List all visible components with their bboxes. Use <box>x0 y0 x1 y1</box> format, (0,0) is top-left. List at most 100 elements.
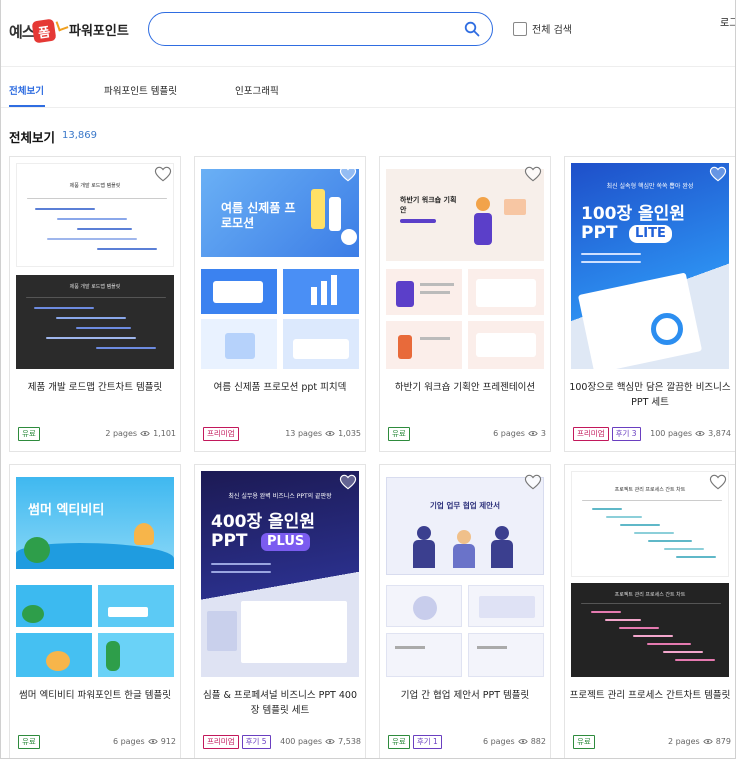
tab-all[interactable]: 전체보기 <box>9 83 44 97</box>
thumb-kicker: 최신 실속형 핵심만 쏙쏙 뽑아 완성 <box>606 183 694 190</box>
card-title[interactable]: 썸머 엑티비티 파워포인트 한글 템플릿 <box>14 688 176 703</box>
page-count: 6 pages <box>482 737 515 746</box>
card-badges: 프리미엄 <box>203 427 239 441</box>
card-thumbnail[interactable]: 최신 실무용 완벽 비즈니스 PPT의 끝판왕 400장 올인원 PPT PLU… <box>201 471 359 677</box>
thumb-title: 여름 신제품 프로모션 <box>221 201 296 230</box>
card-title[interactable]: 100장으로 핵심만 담은 깔끔한 비즈니스 PPT 세트 <box>569 380 731 410</box>
eye-icon <box>140 431 150 436</box>
search-box[interactable] <box>148 12 493 46</box>
page-count: 6 pages <box>112 737 145 746</box>
card-badges: 프리미엄 후기 5 <box>203 735 271 749</box>
heart-icon[interactable] <box>339 166 357 182</box>
card-badges: 유료 <box>388 427 410 441</box>
eye-icon <box>695 431 705 436</box>
eye-icon <box>148 739 158 744</box>
badge-paid: 유료 <box>18 427 40 441</box>
view-count: 3 <box>540 429 546 438</box>
template-card[interactable]: 제품 개발 로드맵 템플릿 제품 개발 로드맵 템플릿 제품 개발 로드맵 간트… <box>9 156 181 452</box>
view-count: 912 <box>160 737 176 746</box>
search-input[interactable] <box>163 19 453 39</box>
thumb-pill: LITE <box>629 225 672 243</box>
heart-icon[interactable] <box>154 166 172 182</box>
view-count: 882 <box>530 737 546 746</box>
card-title[interactable]: 제품 개발 로드맵 간트차트 템플릿 <box>14 380 176 395</box>
thumb-title: 프로젝트 관리 프로세스 간트 차트 <box>614 487 686 493</box>
template-card[interactable]: 프로젝트 관리 프로세스 간트 차트 프로젝트 관리 프로세스 간트 차트 프로… <box>564 464 735 758</box>
card-thumbnail[interactable]: 제품 개발 로드맵 템플릿 제품 개발 로드맵 템플릿 <box>16 163 174 369</box>
card-meta: 6 pages 882 <box>483 737 546 746</box>
page-count: 6 pages <box>493 429 525 438</box>
heart-icon[interactable] <box>709 166 727 182</box>
card-thumbnail[interactable]: 최신 실속형 핵심만 쏙쏙 뽑아 완성 100장 올인원 PPT LITE <box>571 163 729 369</box>
page-frame: 예스 폼 파워포인트 전체 검색 로그인 전체보기 파워포인트 템플릿 인포그래… <box>0 0 736 759</box>
logo-pen-icon <box>55 18 69 32</box>
badge-premium: 프리미엄 <box>573 427 609 441</box>
card-badges: 유료 후기 1 <box>388 735 442 749</box>
category-tabs: 전체보기 파워포인트 템플릿 인포그래픽 <box>1 66 735 108</box>
thumb-main: 100장 올인원 <box>581 204 685 224</box>
thumb-pill: PLUS <box>261 533 311 551</box>
card-title[interactable]: 기업 간 협업 제안서 PPT 템플릿 <box>384 688 546 703</box>
card-thumbnail[interactable]: 프로젝트 관리 프로세스 간트 차트 프로젝트 관리 프로세스 간트 차트 <box>571 471 729 677</box>
card-meta: 13 pages 1,035 <box>285 429 361 438</box>
thumb-title: 프로젝트 관리 프로세스 간트 차트 <box>614 592 686 598</box>
eye-icon <box>528 431 538 436</box>
login-link[interactable]: 로그인 <box>720 14 735 29</box>
section-count: 13,869 <box>62 130 97 141</box>
template-card[interactable]: 여름 신제품 프로모션 여름 신제품 프로모션 ppt 피치덱 프리미엄 13 … <box>194 156 366 452</box>
eye-icon <box>518 739 528 744</box>
card-thumbnail[interactable]: 기업 업무 협업 제안서 <box>386 471 544 677</box>
card-title[interactable]: 심플 & 프로페셔널 비즈니스 PPT 400장 템플릿 세트 <box>199 688 361 718</box>
page-count: 100 pages <box>650 429 693 438</box>
tab-ppt-template[interactable]: 파워포인트 템플릿 <box>104 83 177 97</box>
logo-badge: 폼 <box>31 18 57 44</box>
page-count: 2 pages <box>667 737 700 746</box>
site-logo[interactable]: 예스 폼 <box>9 18 69 44</box>
thumb-title: 제품 개발 로드맵 템플릿 <box>69 284 121 290</box>
template-card[interactable]: 하반기 워크숍 기획안 하반기 워크숍 기획안 프레젠테이션 유료 6 page… <box>379 156 551 452</box>
brand-title[interactable]: 파워포인트 <box>69 20 129 39</box>
tab-infographic[interactable]: 인포그래픽 <box>235 83 279 97</box>
card-meta: 400 pages 7,538 <box>280 737 361 746</box>
card-thumbnail[interactable]: 여름 신제품 프로모션 <box>201 163 359 369</box>
thumb-title: 하반기 워크숍 기획안 <box>400 196 457 214</box>
page-count: 13 pages <box>285 429 323 438</box>
badge-paid: 유료 <box>388 735 410 749</box>
eye-icon <box>325 431 335 436</box>
card-meta: 6 pages 912 <box>113 737 176 746</box>
badge-review: 후기 1 <box>412 735 442 749</box>
search-icon[interactable] <box>464 21 480 37</box>
badge-premium: 프리미엄 <box>203 735 239 749</box>
eye-icon <box>325 739 335 744</box>
heart-icon[interactable] <box>339 474 357 490</box>
card-title[interactable]: 프로젝트 관리 프로세스 간트차트 템플릿 <box>569 688 731 703</box>
heart-icon[interactable] <box>709 474 727 490</box>
thumb-kicker: 최신 실무용 완벽 비즈니스 PPT의 끝판왕 <box>228 493 332 500</box>
thumb-title: 기업 업무 협업 제안서 <box>430 501 500 510</box>
badge-review: 후기 5 <box>241 735 271 749</box>
logo-text: 예스 <box>9 22 36 41</box>
card-badges: 유료 <box>18 427 40 441</box>
badge-review: 후기 3 <box>611 427 641 441</box>
section-title: 전체보기 <box>9 130 56 145</box>
fullsearch-toggle[interactable]: 전체 검색 <box>513 21 572 36</box>
badge-paid: 유료 <box>388 427 410 441</box>
page-count: 400 pages <box>280 737 323 746</box>
badge-paid: 유료 <box>18 735 40 749</box>
card-thumbnail[interactable]: 썸머 엑티비티 <box>16 471 174 677</box>
template-card[interactable]: 최신 실속형 핵심만 쏙쏙 뽑아 완성 100장 올인원 PPT LITE 10… <box>564 156 735 452</box>
view-count: 1,035 <box>338 429 361 438</box>
template-card[interactable]: 기업 업무 협업 제안서 기업 간 협업 제안서 PPT 템플릿 유료 후기 1… <box>379 464 551 758</box>
heart-icon[interactable] <box>524 474 542 490</box>
thumb-title: 썸머 엑티비티 <box>28 503 105 518</box>
eye-icon <box>703 739 713 744</box>
fullsearch-checkbox[interactable] <box>513 21 527 36</box>
card-title[interactable]: 하반기 워크숍 기획안 프레젠테이션 <box>384 380 546 395</box>
card-thumbnail[interactable]: 하반기 워크숍 기획안 <box>386 163 544 369</box>
heart-icon[interactable] <box>524 166 542 182</box>
card-meta: 100 pages 3,874 <box>650 429 731 438</box>
card-title[interactable]: 여름 신제품 프로모션 ppt 피치덱 <box>199 380 361 395</box>
template-card[interactable]: 썸머 엑티비티 썸머 엑티비티 파워포인트 한글 템플릿 유료 6 pages … <box>9 464 181 758</box>
template-card[interactable]: 최신 실무용 완벽 비즈니스 PPT의 끝판왕 400장 올인원 PPT PLU… <box>194 464 366 758</box>
header: 예스 폼 파워포인트 전체 검색 로그인 <box>1 0 735 64</box>
